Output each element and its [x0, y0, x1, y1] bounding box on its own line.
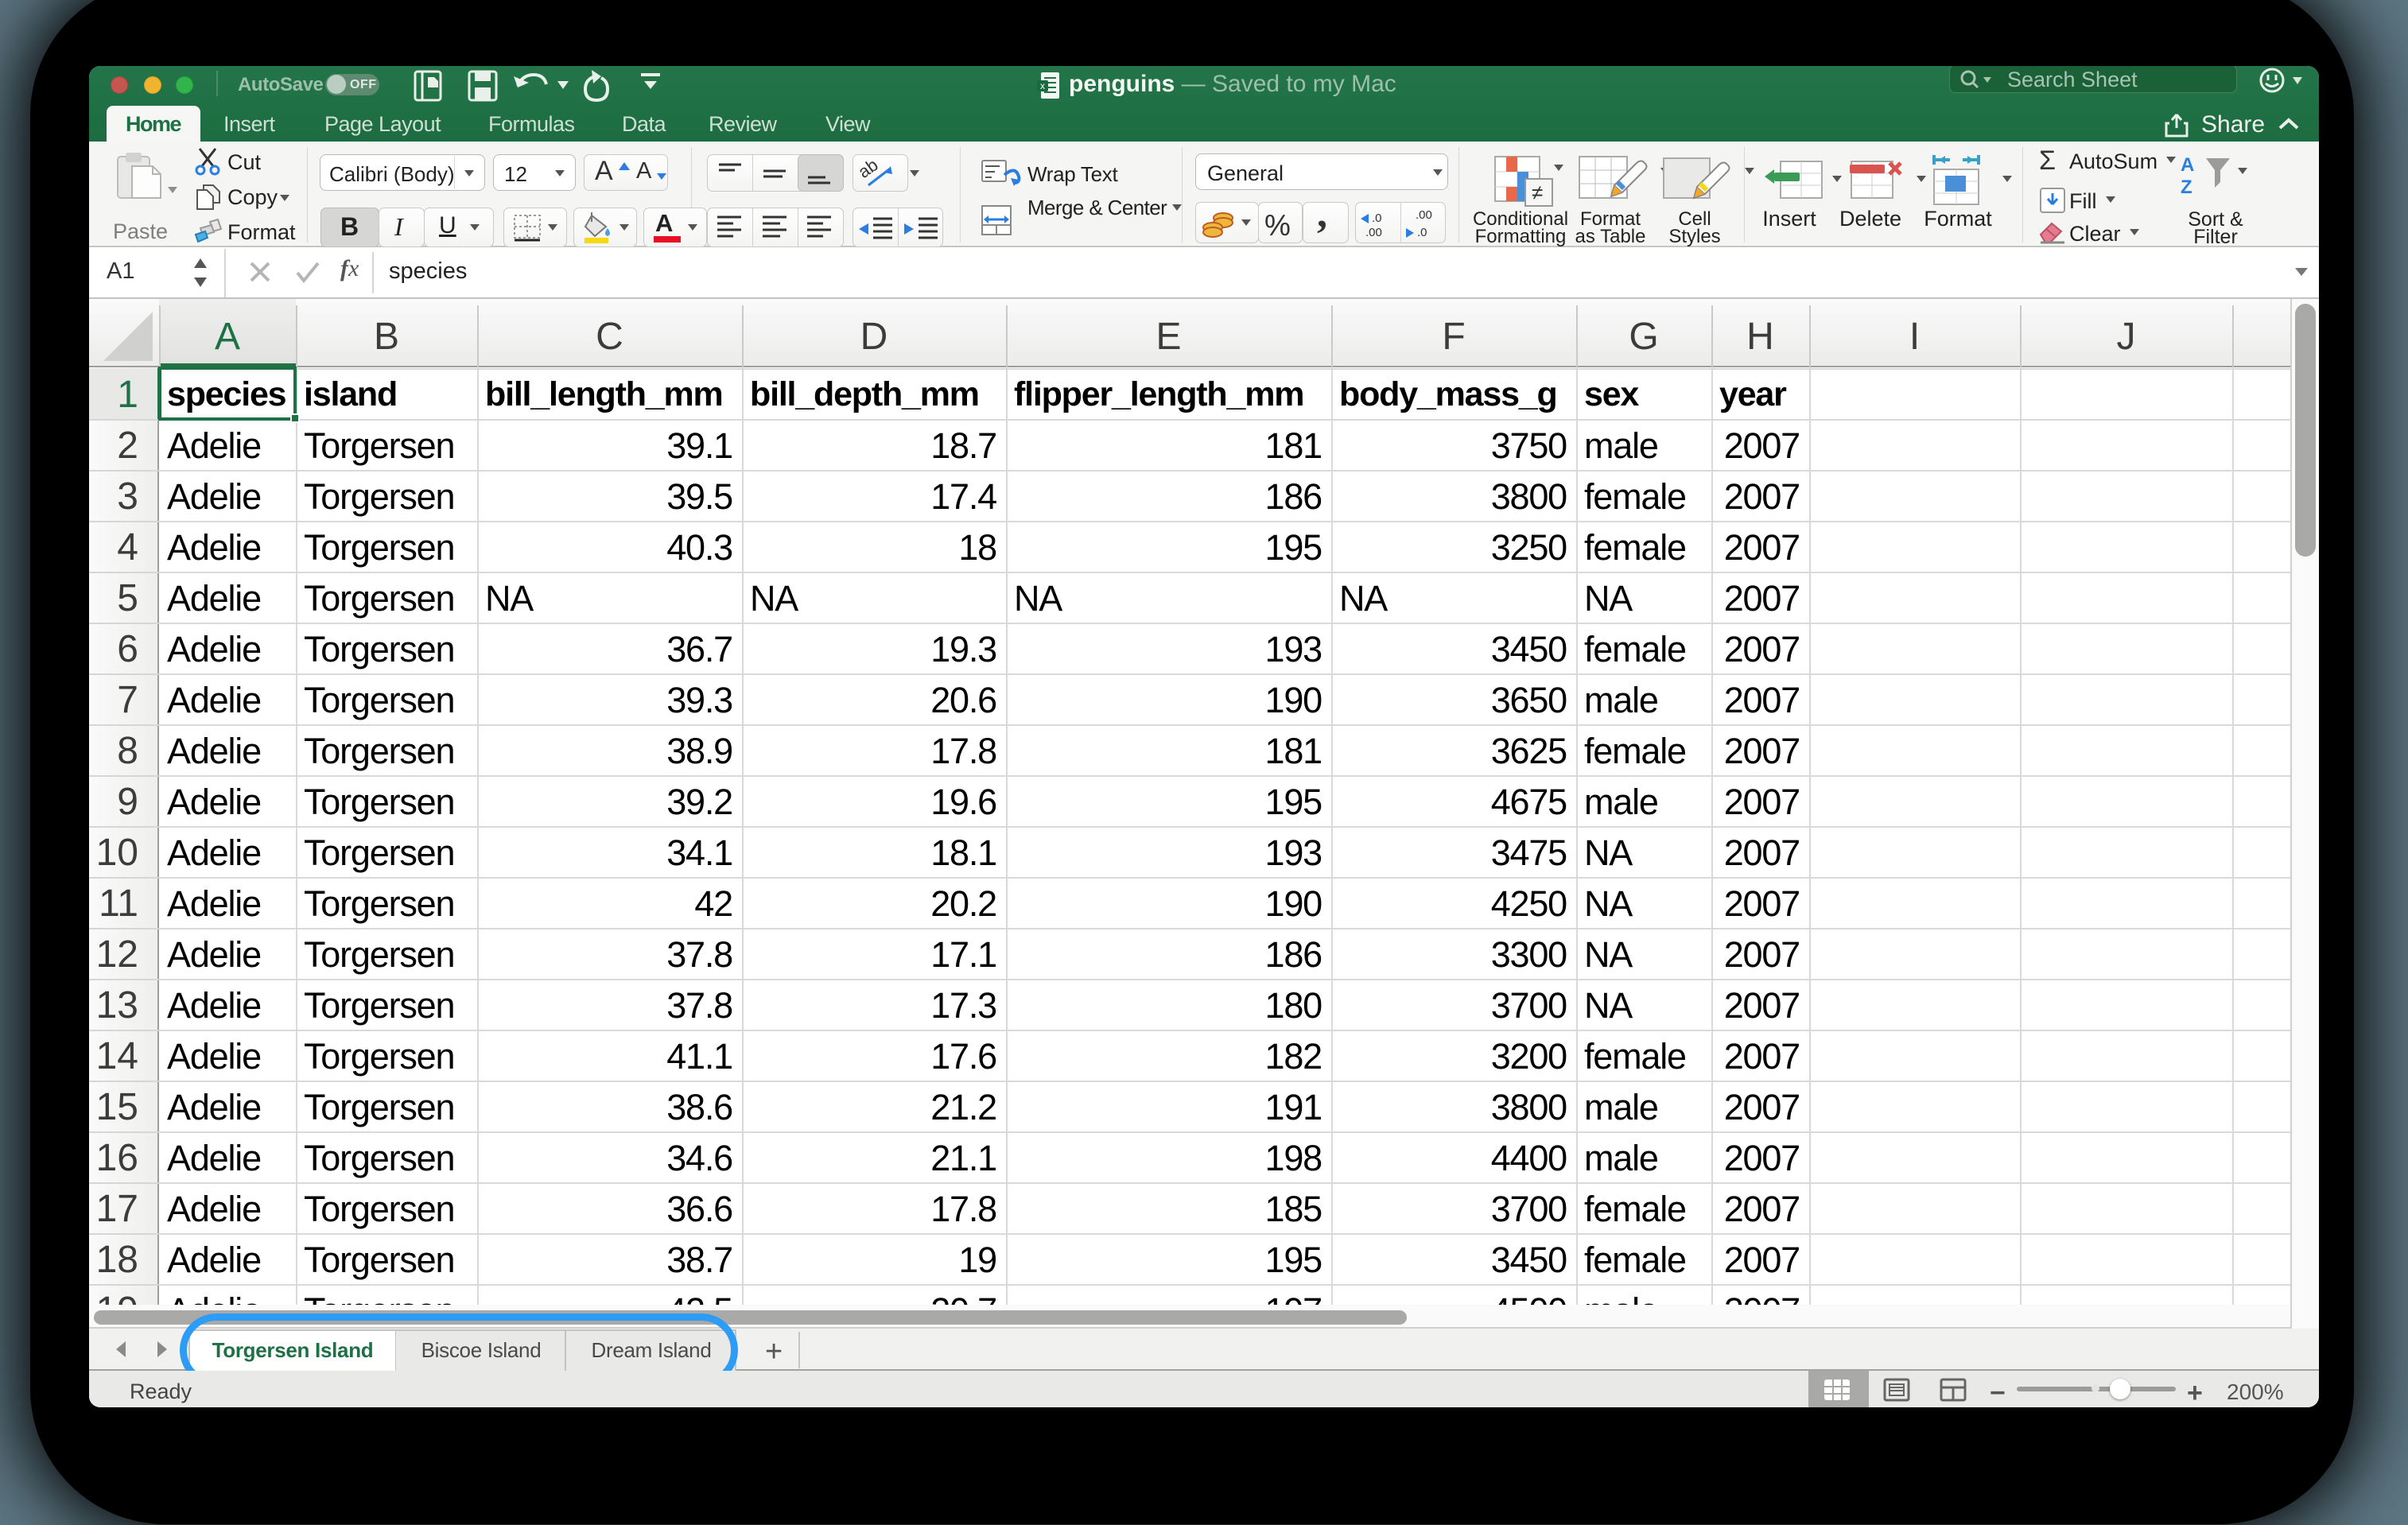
svg-text:Z: Z — [2181, 177, 2192, 198]
svg-text:x: x — [1040, 80, 1045, 91]
svg-text:≠: ≠ — [1532, 180, 1543, 204]
svg-text:A: A — [2181, 154, 2194, 176]
